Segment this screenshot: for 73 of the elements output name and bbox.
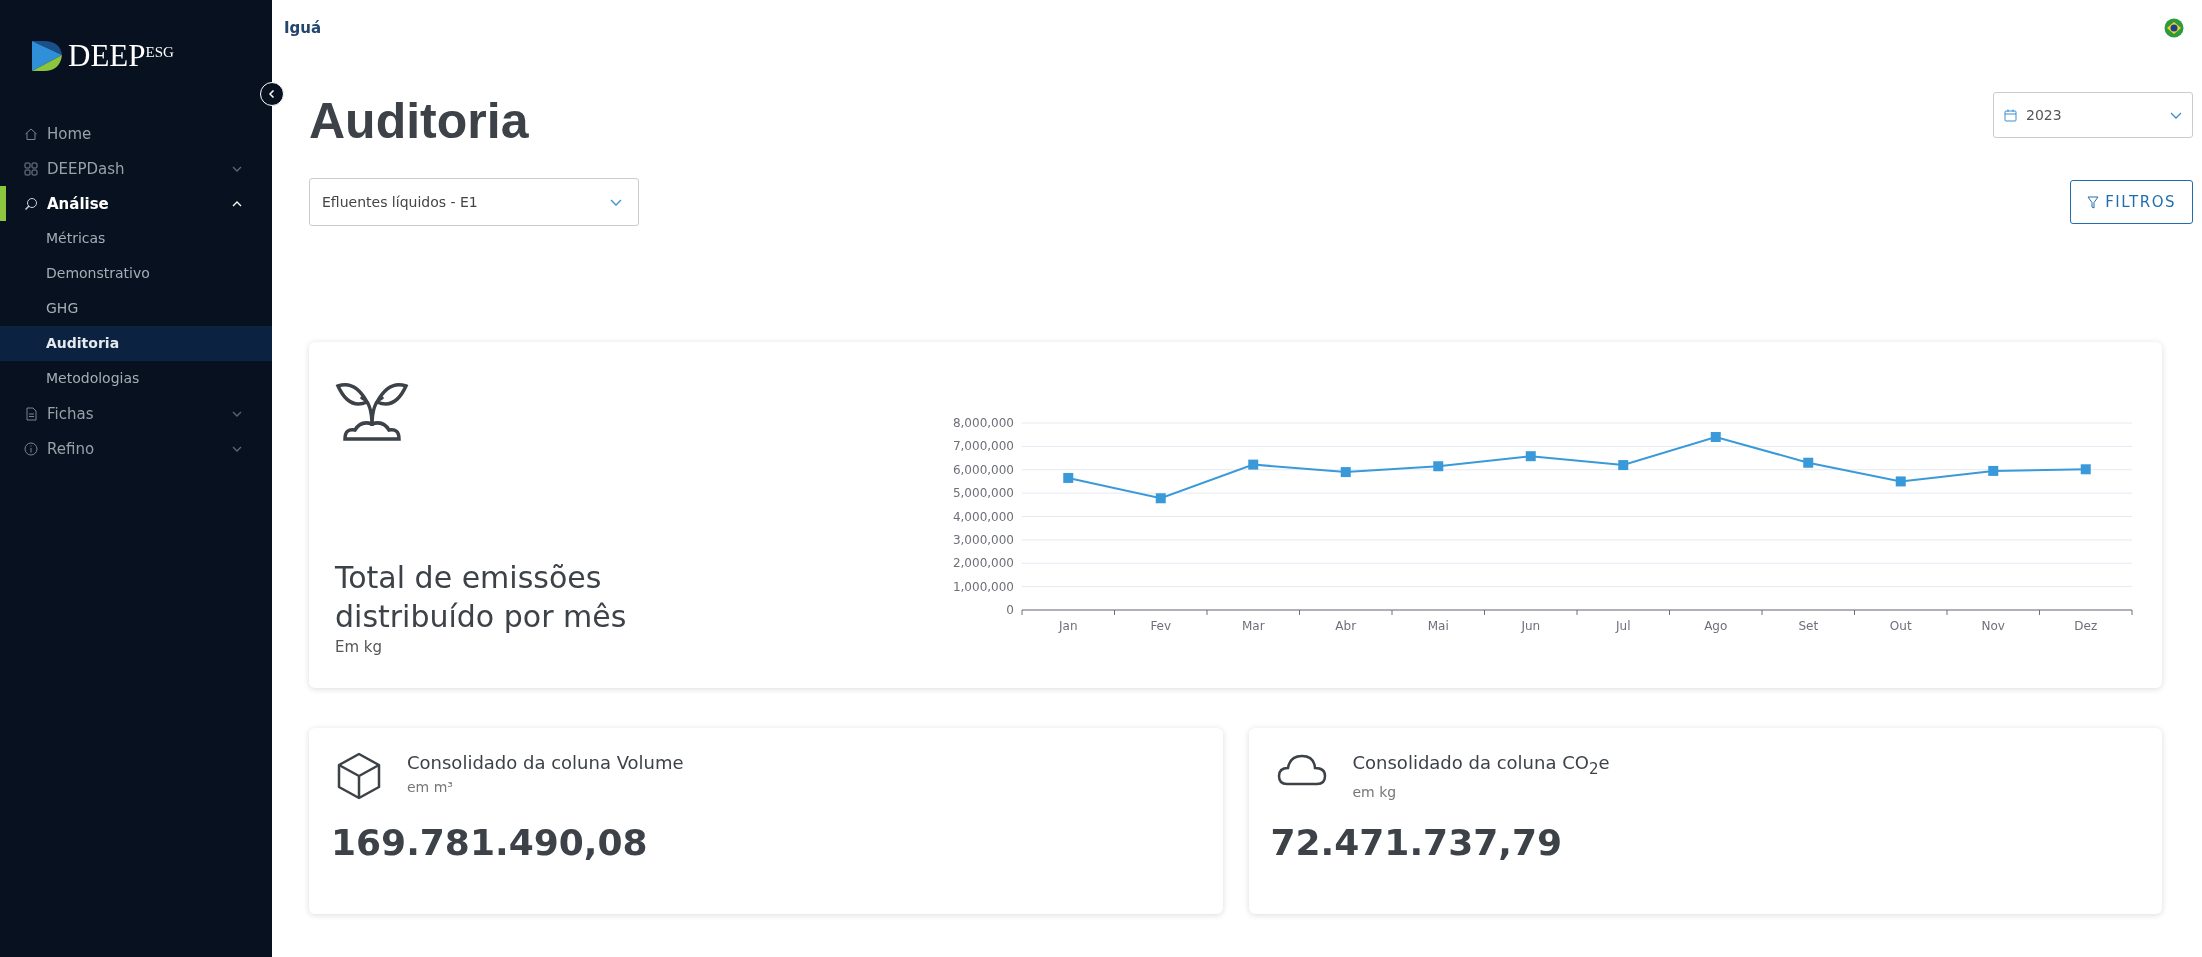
logo-text: DEEP$^{ESG}$ <box>68 38 174 74</box>
nav-subitem[interactable]: Demonstrativo <box>0 256 272 291</box>
y-tick-label: 3,000,000 <box>952 532 1014 547</box>
x-tick-label: Set <box>1798 619 1819 633</box>
nav-item[interactable]: Refino <box>0 431 272 466</box>
cloud-icon <box>1276 752 1327 786</box>
x-tick-label: Mai <box>1427 619 1449 633</box>
x-tick-label: Out <box>1889 619 1912 633</box>
y-tick-label: 7,000,000 <box>952 439 1014 454</box>
nav-item[interactable]: DEEPDash <box>0 151 272 186</box>
chart-title: Total de emissões distribuído por mês <box>335 559 628 636</box>
data-point <box>1063 472 1074 483</box>
x-tick-label: Jan <box>1059 619 1078 633</box>
search-icon <box>24 196 38 211</box>
y-tick-label: 4,000,000 <box>952 509 1014 524</box>
data-point <box>1618 460 1629 471</box>
flag-icon <box>2164 18 2184 38</box>
data-point <box>1988 465 1999 476</box>
data-point <box>1433 461 1444 472</box>
x-tick-label: Abr <box>1335 619 1357 633</box>
cube-icon <box>337 752 381 800</box>
stat-value: 72.471.737,79 <box>1270 821 1563 863</box>
data-point <box>1895 476 1906 487</box>
nav-item[interactable]: Análise <box>0 186 272 221</box>
filters-button[interactable]: FILTROS <box>2070 180 2193 224</box>
page-title: Auditoria <box>309 92 529 150</box>
x-tick-label: Ago <box>1704 619 1728 633</box>
chart-unit: Em kg <box>335 638 384 656</box>
y-tick-label: 2,000,000 <box>952 556 1014 571</box>
indicator-select[interactable]: Efluentes líquidos - E1 <box>309 178 639 226</box>
calendar-icon <box>2004 108 2017 122</box>
y-tick-label: 8,000,000 <box>952 416 1014 430</box>
info-icon <box>24 441 38 456</box>
y-tick-label: 5,000,000 <box>952 486 1014 501</box>
data-point <box>1525 451 1536 462</box>
nav-subitem[interactable]: Auditoria <box>0 326 272 361</box>
nav-subitem[interactable]: Metodologias <box>0 361 272 396</box>
stat-title: Consolidado da coluna Volume <box>407 752 684 773</box>
data-point <box>1710 432 1721 443</box>
stat-value: 169.781.490,08 <box>331 822 649 863</box>
year-select[interactable]: 2023 <box>1993 92 2193 138</box>
y-tick-label: 1,000,000 <box>952 579 1014 594</box>
data-point <box>1248 459 1259 470</box>
collapse-sidebar-button[interactable] <box>260 82 284 106</box>
nav-subitem[interactable]: Métricas <box>0 221 272 256</box>
data-point <box>1340 467 1351 478</box>
x-tick-label: Nov <box>1981 619 2005 633</box>
x-tick-label: Jul <box>1616 619 1631 633</box>
chevron-down-icon <box>2170 111 2182 119</box>
data-point <box>1155 493 1166 504</box>
dashboard-icon <box>24 161 38 176</box>
data-point <box>1803 457 1814 468</box>
sprout-icon <box>335 382 409 442</box>
logo-icon <box>30 39 64 73</box>
document-icon <box>24 406 38 421</box>
filter-icon <box>2087 195 2100 209</box>
nav-item[interactable]: Fichas <box>0 396 272 431</box>
company-name: Iguá <box>284 19 322 37</box>
chevron-down-icon <box>610 198 622 206</box>
data-point <box>2080 464 2091 475</box>
y-tick-label: 0 <box>1006 603 1014 617</box>
x-tick-label: Mar <box>1241 619 1265 633</box>
nav-item[interactable]: Home <box>0 116 272 151</box>
stat-unit: em kg <box>1352 783 1398 800</box>
nav-subitem[interactable]: GHG <box>0 291 272 326</box>
stat-title: Consolidado da coluna CO$_{2}$e <box>1352 752 1610 778</box>
y-tick-label: 6,000,000 <box>952 462 1014 477</box>
x-tick-label: Fev <box>1150 619 1172 633</box>
home-icon <box>24 126 38 141</box>
x-tick-label: Dez <box>2074 619 2098 633</box>
chevron-left-icon <box>267 89 277 99</box>
stat-unit: em m³ <box>407 779 454 795</box>
x-tick-label: Jun <box>1521 619 1541 633</box>
